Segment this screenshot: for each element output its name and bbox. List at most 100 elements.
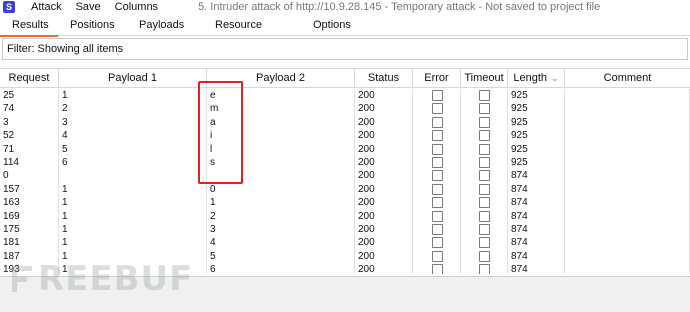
- cell-request: 25: [0, 89, 59, 103]
- error-checkbox[interactable]: [432, 237, 443, 249]
- error-checkbox[interactable]: [432, 197, 443, 209]
- cell-length: 874: [508, 236, 565, 250]
- cell-error: [413, 169, 461, 183]
- cell-comment: [565, 196, 690, 210]
- cell-status: 200: [355, 263, 413, 274]
- error-checkbox[interactable]: [432, 210, 443, 222]
- table-row[interactable]: 175 1 3 200 874: [0, 223, 690, 237]
- cell-request: 3: [0, 115, 59, 130]
- cell-payload1: 1: [59, 196, 207, 210]
- cell-status: 200: [355, 169, 413, 183]
- column-header-length[interactable]: Length ⌄: [508, 69, 565, 88]
- table-row[interactable]: 157 1 0 200 874: [0, 182, 690, 197]
- error-checkbox[interactable]: [432, 264, 443, 274]
- cell-request: 169: [0, 209, 59, 223]
- menu-attack[interactable]: Attack: [31, 1, 62, 13]
- timeout-checkbox[interactable]: [479, 90, 490, 101]
- cell-request: 175: [0, 223, 59, 237]
- timeout-checkbox[interactable]: [479, 116, 490, 128]
- error-checkbox[interactable]: [432, 143, 443, 155]
- cell-length: 925: [508, 89, 565, 103]
- cell-status: 200: [355, 129, 413, 143]
- cell-error: [413, 196, 461, 210]
- table-row[interactable]: 3 3 a 200 925: [0, 115, 690, 130]
- timeout-checkbox[interactable]: [479, 237, 490, 249]
- timeout-checkbox[interactable]: [479, 170, 490, 182]
- error-checkbox[interactable]: [432, 183, 443, 195]
- watermark-text: REEBUF: [38, 259, 194, 299]
- column-header-error[interactable]: Error: [413, 69, 461, 88]
- timeout-checkbox[interactable]: [479, 143, 490, 155]
- timeout-checkbox[interactable]: [479, 183, 490, 195]
- cell-length: 874: [508, 249, 565, 264]
- cell-request: 71: [0, 142, 59, 156]
- timeout-checkbox[interactable]: [479, 130, 490, 142]
- annotation-highlight-box: [198, 81, 243, 184]
- cell-length: 874: [508, 196, 565, 210]
- cell-status: 200: [355, 223, 413, 237]
- tab-resource-pool[interactable]: Resource Pool: [194, 14, 291, 53]
- cell-error: [413, 89, 461, 103]
- error-checkbox[interactable]: [432, 224, 443, 235]
- error-checkbox[interactable]: [432, 103, 443, 115]
- table-row[interactable]: 181 1 4 200 874: [0, 236, 690, 250]
- table-row[interactable]: 52 4 i 200 925: [0, 129, 690, 143]
- cell-error: [413, 115, 461, 130]
- cell-length: 874: [508, 182, 565, 197]
- table-row[interactable]: 71 5 l 200 925: [0, 142, 690, 156]
- error-checkbox[interactable]: [432, 170, 443, 182]
- error-checkbox[interactable]: [432, 116, 443, 128]
- table-header: Request Payload 1 Payload 2 Status Error…: [0, 68, 690, 88]
- menu-columns[interactable]: Columns: [115, 1, 158, 13]
- cell-error: [413, 182, 461, 197]
- cell-comment: [565, 209, 690, 223]
- tab-options[interactable]: Options: [291, 14, 361, 36]
- cell-payload1: [59, 169, 207, 183]
- tab-positions[interactable]: Positions: [58, 14, 125, 36]
- timeout-checkbox[interactable]: [479, 103, 490, 115]
- cell-payload2: 1: [207, 196, 355, 210]
- table-row[interactable]: 163 1 1 200 874: [0, 196, 690, 210]
- table-row[interactable]: 114 6 s 200 925: [0, 156, 690, 170]
- cell-comment: [565, 182, 690, 197]
- filter-bar[interactable]: Filter: Showing all items: [2, 38, 688, 60]
- tab-results[interactable]: Results: [0, 14, 58, 37]
- error-checkbox[interactable]: [432, 90, 443, 101]
- menu-save[interactable]: Save: [76, 1, 101, 13]
- cell-error: [413, 236, 461, 250]
- column-header-comment[interactable]: Comment: [565, 69, 690, 88]
- cell-status: 200: [355, 236, 413, 250]
- cell-payload2: 5: [207, 249, 355, 264]
- cell-payload2: 2: [207, 209, 355, 223]
- cell-length: 925: [508, 129, 565, 143]
- cell-comment: [565, 102, 690, 116]
- error-checkbox[interactable]: [432, 250, 443, 262]
- timeout-checkbox[interactable]: [479, 197, 490, 209]
- timeout-checkbox[interactable]: [479, 264, 490, 274]
- cell-length: 874: [508, 263, 565, 274]
- table-row[interactable]: 25 1 e 200 925: [0, 89, 690, 103]
- table-row[interactable]: 169 1 2 200 874: [0, 209, 690, 223]
- error-checkbox[interactable]: [432, 157, 443, 168]
- column-header-status[interactable]: Status: [355, 69, 413, 88]
- cell-payload2: 3: [207, 223, 355, 237]
- column-header-payload-1[interactable]: Payload 1: [59, 69, 207, 88]
- cell-status: 200: [355, 156, 413, 170]
- cell-timeout: [461, 263, 508, 274]
- timeout-checkbox[interactable]: [479, 210, 490, 222]
- cell-status: 200: [355, 209, 413, 223]
- timeout-checkbox[interactable]: [479, 250, 490, 262]
- table-row[interactable]: 0 200 874: [0, 169, 690, 183]
- column-header-timeout[interactable]: Timeout: [461, 69, 508, 88]
- tab-payloads[interactable]: Payloads: [125, 14, 194, 36]
- cell-error: [413, 263, 461, 274]
- cell-comment: [565, 142, 690, 156]
- cell-status: 200: [355, 102, 413, 116]
- cell-payload1: 1: [59, 89, 207, 103]
- error-checkbox[interactable]: [432, 130, 443, 142]
- table-row[interactable]: 74 2 m 200 925: [0, 102, 690, 116]
- timeout-checkbox[interactable]: [479, 224, 490, 235]
- timeout-checkbox[interactable]: [479, 157, 490, 168]
- cell-request: 114: [0, 156, 59, 170]
- column-header-request[interactable]: Request: [0, 69, 59, 88]
